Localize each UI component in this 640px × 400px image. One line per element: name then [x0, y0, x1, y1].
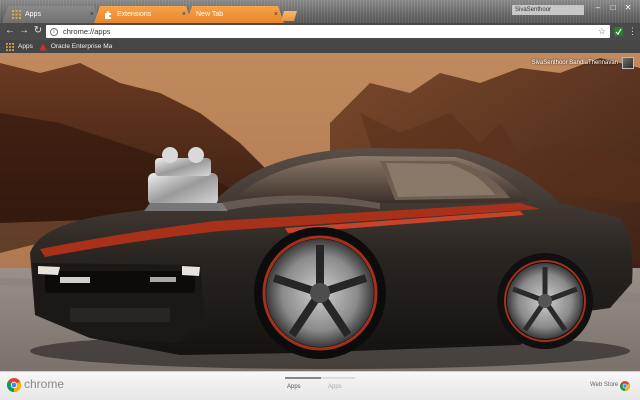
close-tab-icon[interactable]: ×: [90, 11, 94, 18]
tab-strip: Apps × Extensions × New Tab × SivaSentho…: [0, 0, 640, 23]
minimize-button[interactable]: –: [591, 3, 605, 13]
oracle-icon: [39, 42, 47, 51]
close-tab-icon[interactable]: ×: [274, 11, 278, 18]
car-wallpaper-image: [0, 53, 640, 371]
close-window-button[interactable]: ✕: [621, 3, 635, 13]
tab-label: Apps: [25, 11, 41, 18]
menu-icon[interactable]: ⋮: [628, 26, 637, 37]
reload-button[interactable]: ↻: [32, 25, 44, 37]
web-store-icon[interactable]: [620, 381, 630, 391]
user-chip[interactable]: SivaSenthoor BandiaThennavan: [532, 57, 634, 69]
toolbar: ← → ↻ i chrome://apps ☆ ⋮: [0, 23, 640, 40]
bookmark-apps[interactable]: Apps: [6, 42, 33, 51]
web-store-link[interactable]: Web Store: [590, 382, 618, 388]
tab-label: Extensions: [117, 11, 152, 18]
new-tab-button[interactable]: [281, 11, 297, 21]
maximize-button[interactable]: □: [606, 3, 620, 13]
apps-page-background: SivaSenthoor BandiaThennavan: [0, 53, 640, 371]
user-name: SivaSenthoor BandiaThennavan: [531, 60, 618, 66]
tab-apps[interactable]: Apps ×: [2, 6, 100, 23]
bookmark-oracle[interactable]: Oracle Enterprise Ma: [39, 42, 113, 51]
extension-icon[interactable]: [614, 27, 623, 36]
url-text[interactable]: chrome://apps: [63, 27, 598, 36]
tab-new-tab[interactable]: New Tab ×: [186, 6, 284, 23]
puzzle-icon: [104, 10, 113, 19]
page-switcher-apps-1[interactable]: Apps: [287, 384, 301, 390]
tab-label: New Tab: [196, 11, 224, 18]
tab-extensions[interactable]: Extensions ×: [94, 6, 192, 23]
bookmark-star-icon[interactable]: ☆: [598, 26, 606, 37]
address-bar[interactable]: i chrome://apps ☆: [46, 25, 610, 38]
chrome-wordmark: chrome: [24, 377, 65, 391]
chrome-logo-icon: [7, 378, 21, 392]
page-indicator-active: [285, 377, 321, 379]
apps-grid-icon: [6, 42, 14, 51]
page-switcher-apps-2[interactable]: Apps: [328, 384, 342, 390]
apps-grid-icon: [12, 10, 21, 19]
bookmarks-bar: Apps Oracle Enterprise Ma: [0, 40, 640, 53]
avatar[interactable]: [622, 57, 634, 69]
bookmark-label: Apps: [18, 43, 33, 50]
info-icon[interactable]: i: [50, 27, 58, 36]
apps-footer: chrome Apps Apps Web Store: [0, 371, 640, 400]
close-tab-icon[interactable]: ×: [182, 11, 186, 18]
profile-button[interactable]: SivaSenthoor: [512, 5, 584, 15]
back-button[interactable]: ←: [4, 25, 16, 37]
forward-button[interactable]: →: [18, 25, 30, 37]
bookmark-label: Oracle Enterprise Ma: [50, 43, 113, 50]
